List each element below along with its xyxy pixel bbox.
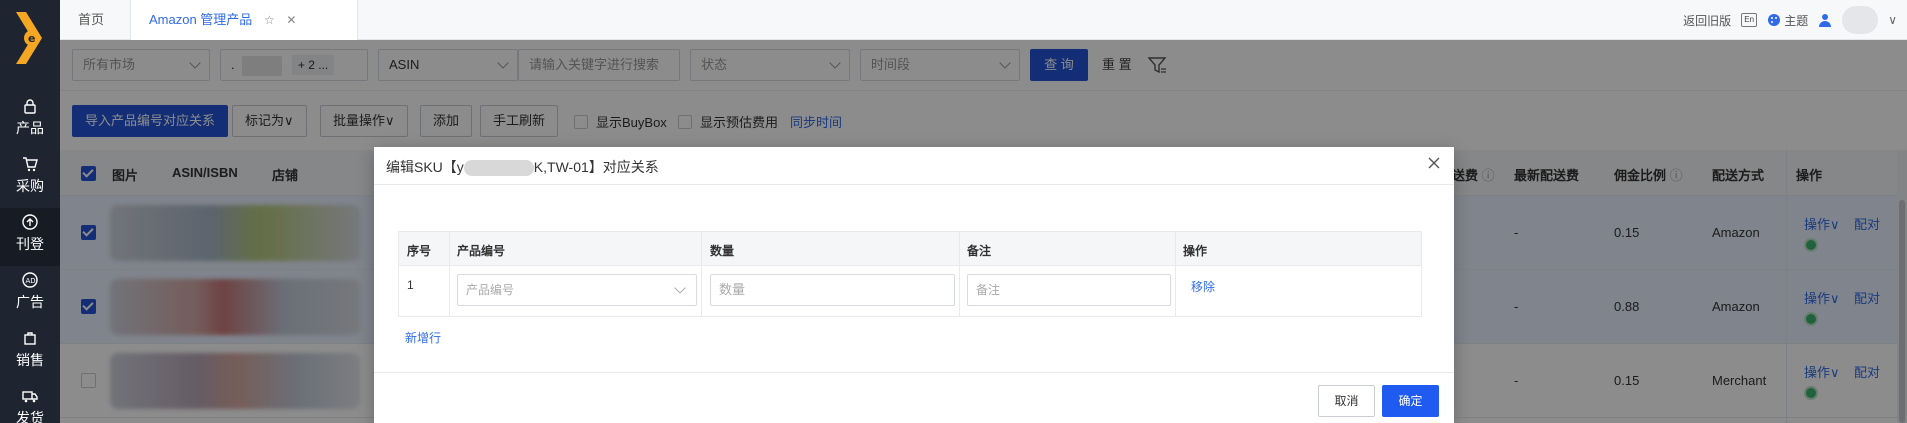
svg-text:AD: AD [26,277,36,285]
theme-label: 主题 [1784,13,1809,28]
nav-label: 刊登 [16,236,44,252]
star-icon[interactable]: ☆ [264,0,275,40]
nav-item-sales[interactable]: 销售 [0,324,60,382]
mapping-table-header: 序号 产品编号 数量 备注 操作 [399,232,1421,266]
user-icon[interactable] [1818,13,1832,27]
qty-input[interactable]: 数量 [710,274,955,306]
nav-item-purchase[interactable]: 采购 [0,150,60,208]
truck-icon [22,391,38,403]
divider [374,184,1454,185]
add-row-link[interactable]: 新增行 [405,329,441,346]
dialog-title: 编辑SKU【y K,TW-01】对应关系 [386,157,659,177]
dialog-title-suffix: K,TW-01】对应关系 [533,159,659,175]
nav-label: 发货 [16,410,44,423]
nav-item-ads[interactable]: AD 广告 [0,266,60,324]
upload-icon [22,214,38,230]
product-no-placeholder: 产品编号 [466,283,515,297]
nav-label: 销售 [16,352,44,368]
theme-button[interactable]: 主题 [1767,12,1808,29]
note-input[interactable]: 备注 [967,274,1171,306]
product-no-select[interactable]: 产品编号 [457,274,697,306]
avatar[interactable] [1842,6,1879,34]
app-logo-icon[interactable]: e [12,12,46,64]
nav-item-product[interactable]: 产品 [0,92,60,150]
top-right-actions: 返回旧版 En 主题 ∨ [1683,0,1907,40]
chevron-down-icon [674,282,686,294]
col-qty: 数量 [710,244,735,258]
row-seq: 1 [407,278,414,292]
close-icon[interactable]: ✕ [286,0,296,40]
divider [1175,232,1176,316]
nav-label: 广告 [16,294,44,310]
col-op: 操作 [1183,244,1208,258]
cancel-button[interactable]: 取消 [1318,385,1375,417]
nav-item-listing[interactable]: 刊登 [0,208,60,266]
divider [449,232,450,316]
close-icon[interactable] [1426,155,1442,171]
edit-sku-mapping-dialog: 编辑SKU【y K,TW-01】对应关系 序号 产品编号 数量 备注 操作 1 产… [374,147,1454,423]
tab-label: Amazon 管理产品 [149,12,253,27]
ad-icon: AD [22,272,38,288]
dialog-title-prefix: 编辑SKU【y [386,159,464,175]
remove-row-link[interactable]: 移除 [1191,278,1215,295]
svg-text:e: e [28,32,35,45]
left-nav: e 产品 采购 刊登 AD 广告 销售 发货 [0,0,60,423]
sales-icon [24,332,36,345]
language-icon[interactable]: En [1741,13,1758,27]
redacted-sku [463,160,534,177]
mapping-table: 序号 产品编号 数量 备注 操作 1 产品编号 数量 备注 移除 [398,231,1422,317]
divider [374,372,1454,373]
tab-home[interactable]: 首页 [60,0,130,40]
tab-bar: 首页 Amazon 管理产品 ☆ ✕ 返回旧版 En 主题 ∨ [60,0,1907,40]
old-version-link[interactable]: 返回旧版 [1683,12,1731,29]
divider [701,232,702,316]
nav-item-ship[interactable]: 发货 [0,382,60,423]
cart-icon [23,157,38,172]
tab-amazon-products[interactable]: Amazon 管理产品 ☆ ✕ [130,0,358,40]
confirm-button[interactable]: 确定 [1382,385,1439,417]
col-note: 备注 [967,244,992,258]
col-seq: 序号 [407,244,432,258]
nav-label: 采购 [16,178,44,194]
lock-icon [24,99,36,114]
divider [959,232,960,316]
nav-label: 产品 [16,120,44,136]
col-product-no: 产品编号 [457,244,506,258]
chevron-down-icon[interactable]: ∨ [1888,13,1897,27]
palette-icon [1768,14,1781,26]
